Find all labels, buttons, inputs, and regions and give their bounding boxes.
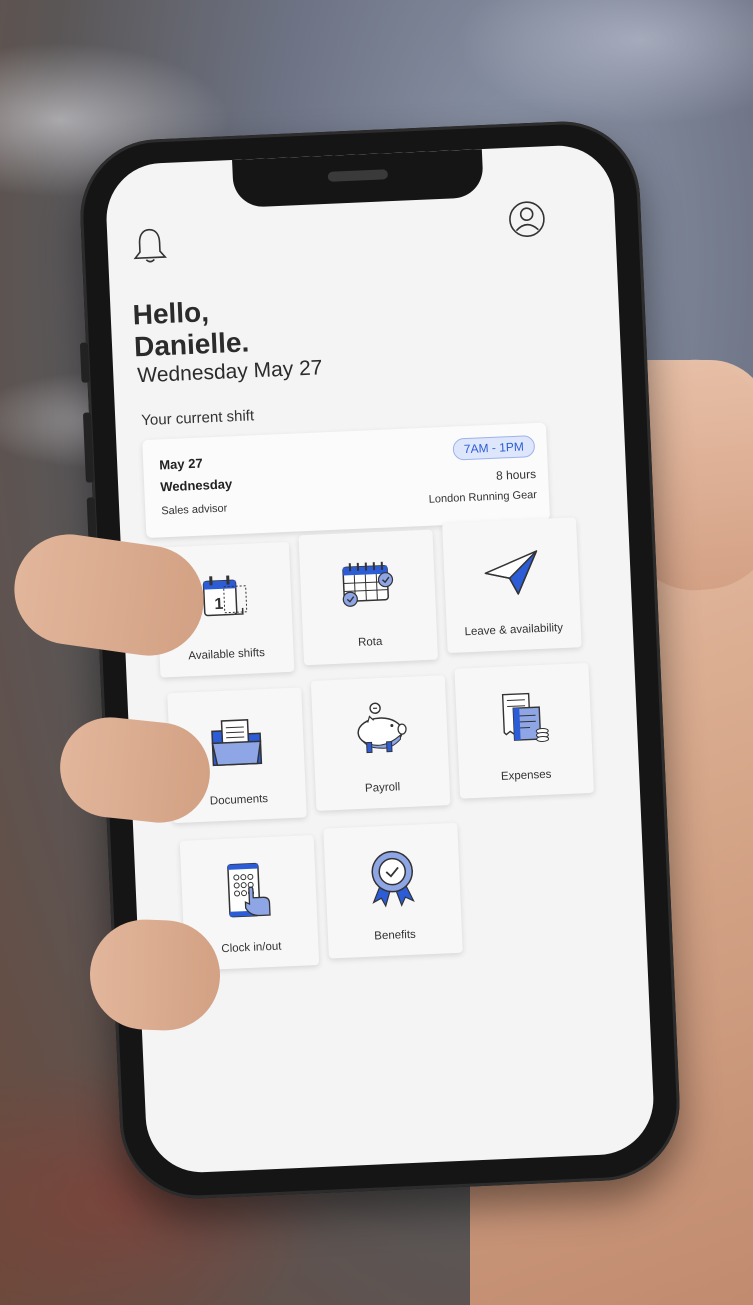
award-badge-icon (371, 850, 415, 908)
phone-notch (232, 149, 484, 208)
tile-label: Payroll (364, 781, 401, 795)
folder-documents-icon (211, 719, 263, 767)
svg-text:1: 1 (214, 596, 224, 613)
tile-leave-availability[interactable]: Leave & availability (442, 517, 582, 654)
tile-label: Leave & availability (464, 621, 564, 639)
paper-plane-icon (484, 550, 538, 595)
keypad-icon (227, 862, 271, 918)
rota-calendar-icon (342, 561, 394, 607)
greeting-text: Hello, (132, 296, 210, 331)
tile-label: Rota (357, 635, 383, 649)
shift-time-badge: 7AM - 1PM (452, 435, 536, 461)
shift-date: May 27 (158, 455, 203, 473)
phone-mute-switch (79, 342, 90, 383)
user-profile-icon[interactable] (506, 198, 548, 240)
tile-payroll[interactable]: Payroll (310, 675, 451, 811)
phone-volume-up (82, 412, 94, 483)
tile-label: Available shifts (188, 647, 266, 663)
receipt-icon (501, 692, 550, 742)
piggy-bank-icon (357, 702, 407, 754)
hand-finger-3 (88, 917, 222, 1033)
shift-role: Sales advisor (161, 502, 228, 518)
tile-label: Expenses (500, 768, 552, 783)
shift-day: Wednesday (159, 476, 233, 495)
tile-rota[interactable]: Rota (298, 529, 439, 666)
user-name: Danielle. (133, 326, 250, 363)
shift-hours: 8 hours (495, 467, 537, 483)
notifications-bell-icon[interactable] (129, 225, 171, 267)
tile-label: Benefits (374, 928, 417, 943)
phone-speaker (327, 169, 389, 182)
greeting: Hello, Danielle. (132, 294, 250, 363)
tile-benefits[interactable]: Benefits (323, 822, 463, 959)
current-shift-label: Your current shift (140, 407, 255, 430)
phone: Hello, Danielle. Wednesday May 27 Your c… (77, 118, 683, 1202)
tile-expenses[interactable]: Expenses (454, 662, 594, 799)
shift-location: London Running Gear (428, 489, 538, 506)
